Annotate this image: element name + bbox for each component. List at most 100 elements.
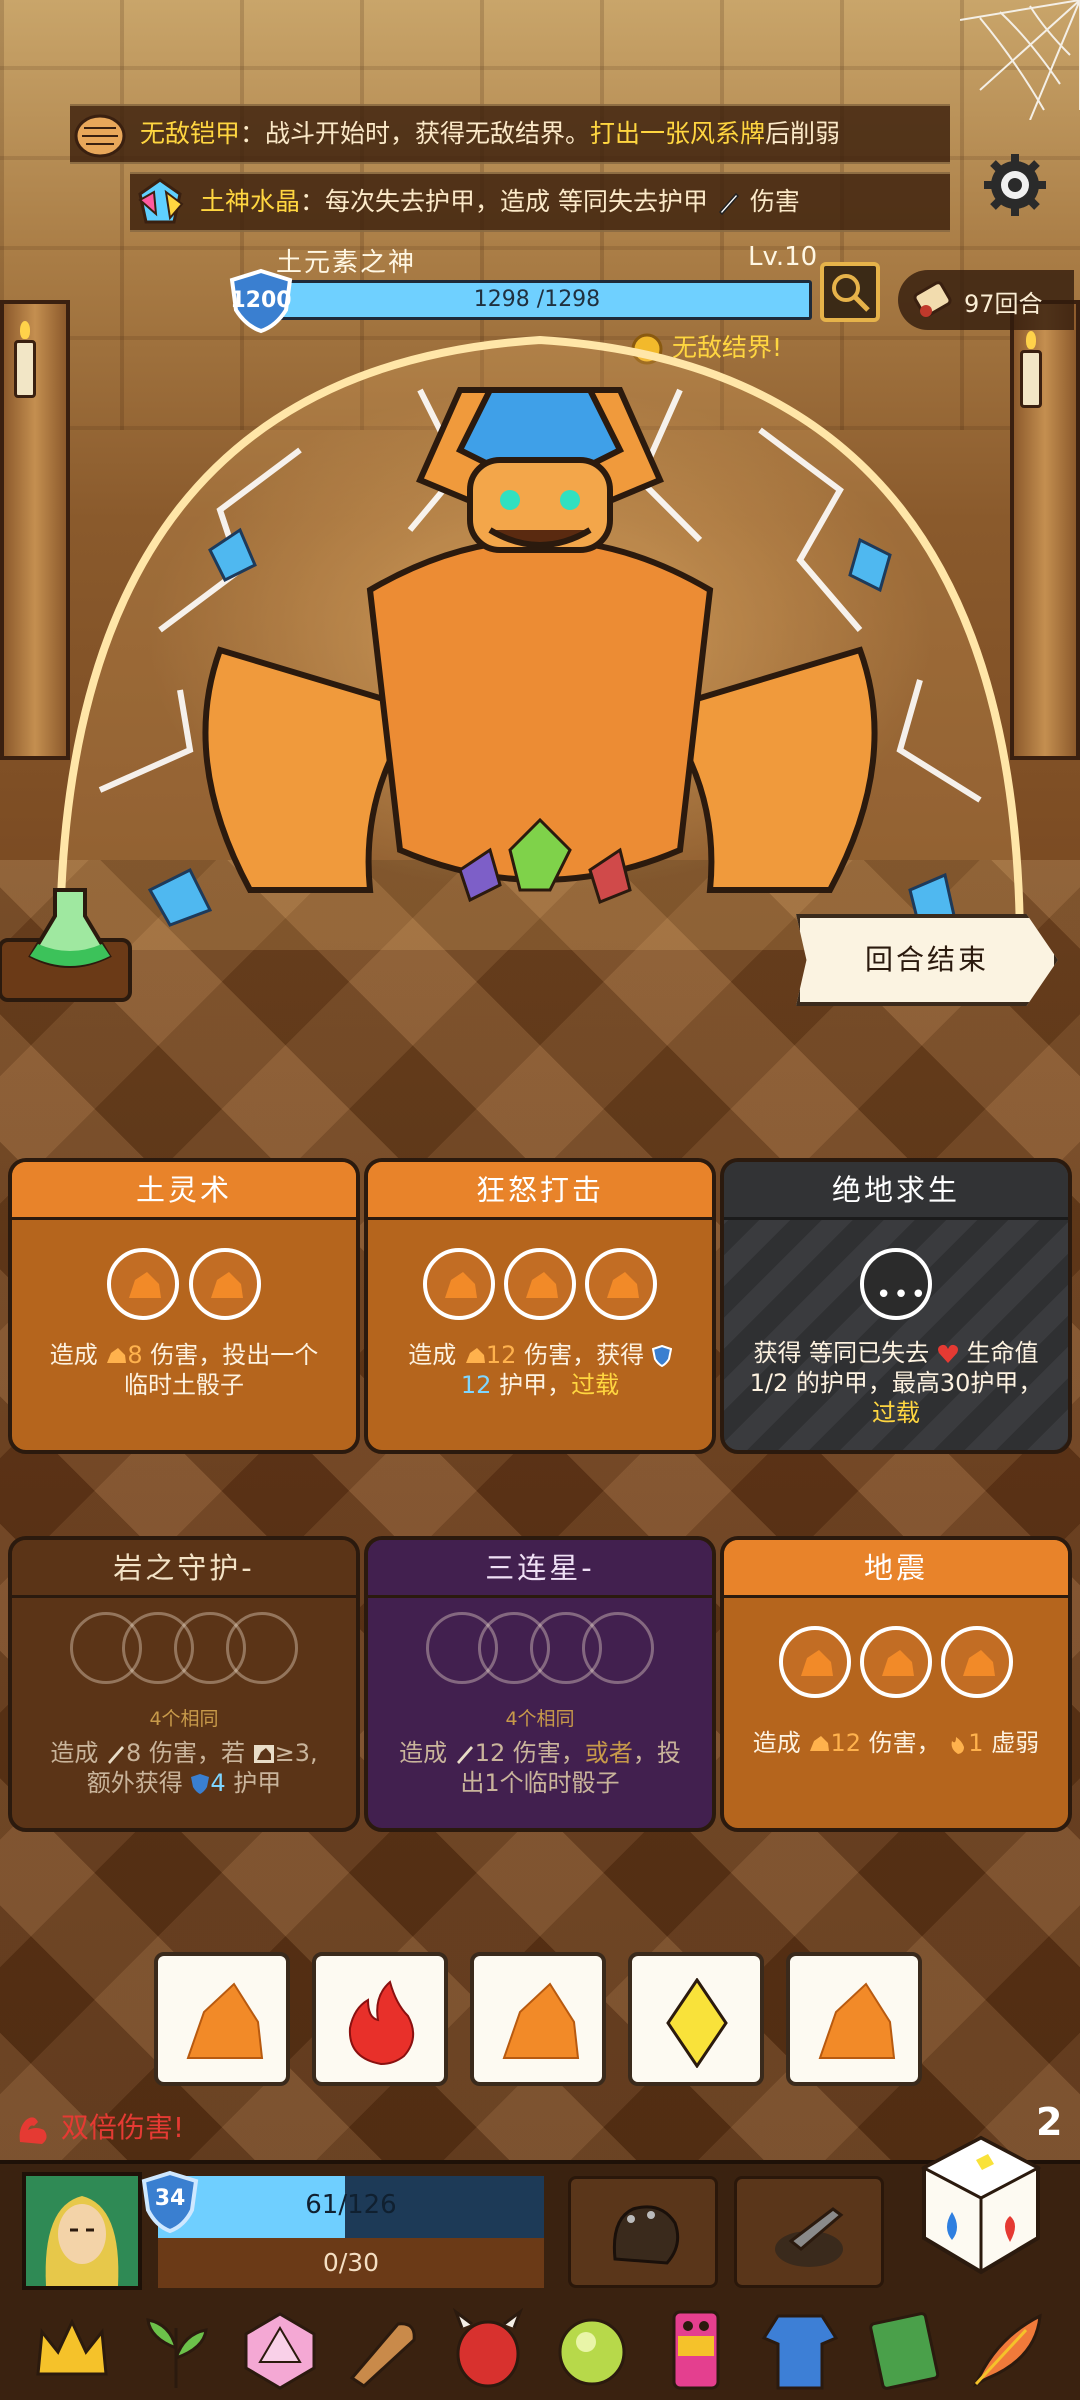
card-rage-strike[interactable]: 狂怒打击 造成 12 伤害，获得 12 护甲，过载	[364, 1158, 716, 1454]
settings-gear-icon[interactable]	[980, 150, 1050, 220]
card-requirement: 4个相同	[149, 1708, 219, 1730]
card-description: 造成 12 伤害，获得 12 护甲，过载	[380, 1340, 700, 1400]
desc-text: 生命值	[966, 1339, 1039, 1367]
orb-icon[interactable]	[550, 2308, 634, 2392]
ellipsis-icon: •••	[876, 1280, 929, 1310]
demon-mask-icon[interactable]	[446, 2308, 530, 2392]
card-triple-star[interactable]: 三连星- 4个相同 造成 12 伤害，或者，投 出1个临时骰子	[364, 1536, 716, 1832]
rock-icon	[607, 1272, 640, 1298]
armor-relic-name: 无敌铠甲	[140, 119, 241, 148]
earth-dice-slot[interactable]	[188, 1248, 261, 1320]
sword-icon	[108, 1746, 125, 1764]
heart-icon	[937, 1344, 958, 1363]
desc-text: 虚弱	[991, 1729, 1040, 1757]
card-description: 造成 12 伤害，或者，投 出1个临时骰子	[380, 1738, 700, 1798]
damage-value: 12	[485, 1341, 517, 1369]
spellbook-icon[interactable]	[862, 2308, 946, 2392]
totem-icon[interactable]	[654, 2308, 738, 2392]
armor-relic-text-end: 后削弱	[765, 119, 841, 148]
earth-dice-slot[interactable]	[107, 1248, 180, 1320]
dice-earth[interactable]	[154, 1952, 290, 2086]
desc-text: 造成	[399, 1739, 448, 1767]
rock-icon	[186, 1982, 264, 2059]
d20-icon[interactable]	[238, 2308, 322, 2392]
skill-dig[interactable]	[734, 2176, 884, 2288]
earth-dice-slot[interactable]	[860, 1626, 932, 1698]
relic-banner-crystal[interactable]: 土神水晶：每次失去护甲，造成 等同失去护甲 伤害	[130, 172, 950, 232]
earth-dice-slot[interactable]	[504, 1248, 576, 1320]
desc-text: ≥3,	[274, 1739, 318, 1767]
armor-relic-icon	[74, 114, 126, 158]
relic-bar	[0, 2300, 1080, 2400]
desc-text: 造成	[408, 1341, 457, 1369]
boss-hp-text: 1298 /1298	[473, 287, 601, 312]
card-title: 绝地求生	[724, 1162, 1068, 1220]
rock-icon	[444, 1272, 477, 1298]
feather-icon[interactable]	[966, 2308, 1050, 2392]
crystal-relic-icon	[138, 178, 184, 224]
card-earth-spell[interactable]: 土灵术 造成 8 伤害，投出一个 临时土骰子	[8, 1158, 360, 1454]
fire-icon	[348, 1980, 415, 2066]
desc-text: 出1个临时骰子	[460, 1769, 620, 1797]
dice-light[interactable]	[628, 1952, 764, 2086]
rock-icon	[502, 1982, 580, 2059]
crown-icon[interactable]	[30, 2308, 114, 2392]
desc-text: 额外获得	[86, 1769, 183, 1797]
card-rock-guard[interactable]: 岩之守护- 4个相同 造成 8 伤害，若 ≥3, 额外获得 4 护甲	[8, 1536, 360, 1832]
card-description: 造成 12 伤害， 1 虚弱	[736, 1728, 1056, 1758]
card-title: 三连星-	[368, 1540, 712, 1598]
card-title: 狂怒打击	[368, 1162, 712, 1220]
boss-name: 土元素之神	[276, 248, 417, 278]
rock-icon	[818, 1982, 896, 2059]
damage-value: 8	[127, 1341, 143, 1369]
desc-text: 获得 等同已失去	[753, 1339, 930, 1367]
diamond-icon	[666, 1978, 728, 2068]
candle-icon	[14, 321, 36, 398]
boss-shield-value: 1200	[230, 288, 292, 313]
robe-icon[interactable]	[758, 2308, 842, 2392]
empty-dice-slot[interactable]	[582, 1612, 654, 1684]
crystal-relic-text-end: 伤害	[749, 187, 800, 216]
roll-dice-button[interactable]	[918, 2132, 1044, 2278]
earth-dice-icon	[253, 1745, 274, 1763]
rock-damage-icon	[465, 1348, 485, 1363]
desc-text: 护甲	[233, 1769, 282, 1797]
or-keyword: 或者	[584, 1739, 633, 1767]
desc-text: 伤害，	[868, 1729, 941, 1757]
armor-relic-highlight: 打出一张风系牌	[590, 119, 766, 148]
desc-text: 护甲，	[499, 1371, 572, 1399]
potion-icon[interactable]	[0, 880, 140, 1010]
relic-banner-armor[interactable]: 无敌铠甲：战斗开始时，获得无敌结界。打出一张风系牌后削弱	[70, 104, 950, 164]
earth-dice-slot[interactable]	[422, 1248, 495, 1320]
inspect-button[interactable]	[820, 262, 880, 322]
player-shield-value: 34	[154, 2186, 186, 2211]
hero-portrait[interactable]	[22, 2172, 142, 2290]
any-dice-slot[interactable]: •••	[860, 1248, 932, 1320]
dice-earth[interactable]	[786, 1952, 922, 2086]
player-shield-badge: 34	[140, 2170, 200, 2234]
magnifier-icon	[832, 274, 870, 312]
empty-dice-slot[interactable]	[226, 1612, 298, 1684]
end-turn-button[interactable]: 回合结束	[796, 914, 1058, 1006]
sword-icon	[718, 192, 739, 216]
earth-dice-slot[interactable]	[585, 1248, 658, 1320]
dice-fire[interactable]	[312, 1952, 448, 2086]
earth-dice-slot[interactable]	[778, 1626, 851, 1698]
dice-earth[interactable]	[470, 1952, 606, 2086]
card-description: 获得 等同已失去 生命值 1/2 的护甲，最高30护甲， 过载	[736, 1338, 1056, 1428]
rock-icon	[129, 1272, 162, 1298]
skill-gauntlet[interactable]	[568, 2176, 718, 2288]
avatar	[26, 2176, 138, 2286]
desc-text: ，投	[632, 1739, 681, 1767]
herb-icon[interactable]	[134, 2308, 218, 2392]
desc-text: 1/2 的护甲，最高30护甲，	[749, 1369, 1043, 1397]
rock-icon	[882, 1650, 914, 1676]
cobweb-icon	[960, 0, 1080, 120]
earth-god-boss[interactable]	[40, 330, 1040, 970]
crystal-relic-name: 土神水晶	[200, 187, 301, 216]
earth-dice-slot[interactable]	[941, 1626, 1014, 1698]
horn-icon[interactable]	[342, 2308, 426, 2392]
card-earthquake[interactable]: 地震 造成 12 伤害， 1 虚弱	[720, 1536, 1072, 1832]
card-last-stand[interactable]: 绝地求生 ••• 获得 等同已失去 生命值 1/2 的护甲，最高30护甲， 过载	[720, 1158, 1072, 1454]
desc-text: 伤害，若	[148, 1739, 245, 1767]
